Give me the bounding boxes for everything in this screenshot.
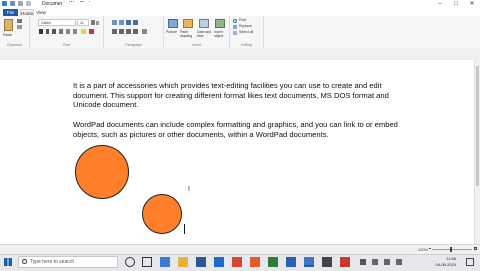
file-explorer-icon[interactable] [178, 257, 188, 267]
paste-icon[interactable] [4, 19, 13, 31]
paint-drawing-label: Paint drawing [180, 30, 193, 38]
strikethrough-icon[interactable] [59, 29, 63, 34]
search-placeholder: Type here to search [30, 259, 75, 265]
clock-date[interactable]: 04-06-2020 [436, 262, 456, 267]
select-all-button[interactable]: Select all [239, 30, 253, 34]
clipboard-group: Paste Clipboard [0, 16, 30, 48]
font-size-select[interactable]: 11 [77, 19, 89, 26]
zoom-slider[interactable] [432, 249, 472, 250]
increase-indent-icon[interactable] [119, 20, 124, 25]
word-icon[interactable] [286, 257, 296, 267]
replace-button[interactable]: Replace [239, 24, 252, 28]
excel-icon[interactable] [268, 257, 278, 267]
window-controls: – □ ✕ [432, 0, 480, 9]
font-name-select[interactable]: Calibri [38, 19, 76, 26]
grow-font-icon[interactable] [91, 20, 95, 25]
cut-icon[interactable] [17, 19, 22, 23]
notification-icon[interactable] [466, 258, 474, 266]
insert-group: Picture Paint drawing Date and time Inse… [164, 16, 230, 48]
find-button[interactable]: Find [239, 18, 246, 22]
font-group: Calibri 11 Font [30, 16, 104, 48]
highlight-icon[interactable] [81, 29, 86, 34]
clipboard-group-label: Clipboard [7, 43, 22, 47]
network-icon[interactable] [372, 259, 378, 265]
zoom-slider-thumb[interactable] [450, 247, 452, 252]
paste-label: Paste [3, 33, 12, 37]
date-time-label: Date and time [197, 30, 212, 38]
bullets-icon[interactable] [126, 20, 131, 25]
decrease-indent-icon[interactable] [112, 20, 117, 25]
paint-drawing-icon[interactable] [183, 19, 193, 28]
text-caret [184, 224, 185, 234]
select-all-icon[interactable] [233, 31, 237, 35]
search-icon [22, 259, 27, 264]
bold-icon[interactable] [39, 29, 43, 34]
wordpad-taskbar-icon[interactable] [304, 257, 314, 267]
font-group-label: Font [62, 43, 70, 47]
paragraph-settings-icon[interactable] [142, 29, 147, 34]
scrollbar-thumb[interactable] [476, 66, 479, 186]
zoom-in-icon[interactable] [474, 247, 477, 250]
ribbon: Paste Clipboard Calibri 11 Font Paragrap… [0, 16, 480, 49]
paragraph-group: Paragraph [104, 16, 164, 48]
windows-logo-icon [4, 258, 12, 266]
find-icon[interactable] [233, 19, 237, 23]
paragraph-2[interactable]: WordPad documents can include complex fo… [73, 120, 416, 139]
task-view-icon[interactable] [142, 257, 152, 267]
powerpoint-icon[interactable] [250, 257, 260, 267]
windows-start-button[interactable] [0, 254, 16, 270]
office-icon[interactable] [232, 257, 242, 267]
large-orange-circle[interactable] [75, 145, 129, 199]
paragraph-group-label: Paragraph [125, 43, 142, 47]
font-name-value: Calibri [41, 21, 51, 25]
editing-group: Find Replace Select all Editing [230, 16, 264, 48]
cortana-icon[interactable] [125, 257, 135, 267]
align-center-icon[interactable] [119, 29, 124, 34]
language-icon[interactable] [396, 259, 402, 265]
ibeam-cursor-icon: I [188, 186, 190, 193]
clock-time[interactable]: 11:56 [446, 256, 456, 261]
ruler-page-area [62, 2, 398, 9]
shrink-font-icon[interactable] [96, 21, 99, 25]
subscript-icon[interactable] [66, 29, 70, 34]
font-color-icon[interactable] [89, 29, 94, 34]
zoom-out-icon[interactable] [429, 248, 431, 249]
store-icon[interactable] [196, 257, 206, 267]
insert-group-label: Insert [192, 43, 201, 47]
file-menu-tab[interactable]: File [3, 9, 18, 16]
close-button[interactable]: ✕ [464, 0, 480, 9]
small-orange-circle[interactable] [142, 194, 182, 234]
media-app-icon[interactable] [322, 257, 332, 267]
chrome-icon[interactable] [340, 257, 350, 267]
tray-chevron-icon[interactable] [360, 259, 366, 265]
home-tab[interactable]: Home [20, 9, 34, 16]
edge-icon[interactable] [160, 257, 170, 267]
align-left-icon[interactable] [112, 29, 117, 34]
maximize-button[interactable]: □ [448, 0, 464, 9]
minimize-button[interactable]: – [432, 0, 448, 9]
paragraph-1[interactable]: It is a part of accessories which provid… [73, 81, 416, 110]
copy-icon[interactable] [17, 25, 22, 29]
superscript-icon[interactable] [73, 29, 77, 34]
insert-object-label: Insert object [214, 30, 224, 38]
italic-icon[interactable] [46, 29, 49, 34]
volume-icon[interactable] [384, 259, 390, 265]
replace-icon[interactable] [233, 25, 237, 29]
align-right-icon[interactable] [126, 29, 131, 34]
mail-icon[interactable] [214, 257, 224, 267]
underline-icon[interactable] [52, 29, 56, 34]
insert-object-icon[interactable] [215, 19, 225, 28]
date-time-icon[interactable] [199, 19, 209, 28]
justify-icon[interactable] [133, 29, 138, 34]
line-spacing-icon[interactable] [133, 20, 138, 25]
view-tab[interactable]: View [35, 9, 47, 16]
picture-icon[interactable] [168, 19, 178, 28]
picture-label: Picture [166, 30, 177, 34]
editing-group-label: Editing [241, 43, 252, 47]
font-size-value: 11 [80, 21, 84, 25]
